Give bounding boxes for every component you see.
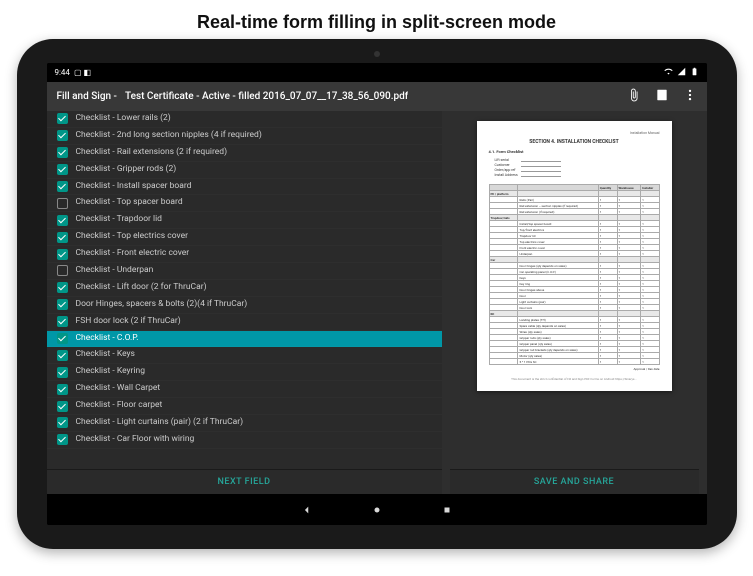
checklist-label: FSH door lock (2 if ThruCar) [76, 316, 181, 328]
page-view-icon[interactable] [655, 88, 669, 105]
checklist-row[interactable]: Checklist - Car Floor with wiring [47, 432, 442, 449]
checklist-row[interactable]: Checklist - 2nd long section nipples (4 … [47, 128, 442, 145]
checkbox[interactable] [57, 232, 68, 243]
checklist-row[interactable]: FSH door lock (2 if ThruCar) [47, 314, 442, 331]
checkbox[interactable] [57, 147, 68, 158]
checklist-label: Checklist - Top spacer board [76, 197, 183, 209]
checklist-row[interactable]: Checklist - Lift door (2 for ThruCar) [47, 280, 442, 297]
wifi-icon [664, 67, 673, 78]
checklist-label: Checklist - Lower rails (2) [76, 113, 171, 125]
checklist-row[interactable]: Checklist - Wall Carpet [47, 381, 442, 398]
checklist-label: Checklist - Gripper rods (2) [76, 164, 177, 176]
checklist-label: Checklist - Install spacer board [76, 181, 192, 193]
pdf-form-label: 4.1. Form Checklist [489, 149, 660, 154]
checkbox[interactable] [57, 384, 68, 395]
checklist-row[interactable]: Door Hinges, spacers & bolts (2)(4 if Th… [47, 297, 442, 314]
pdf-disclaimer: This document is the strict confidential… [489, 377, 660, 381]
checklist-label: Checklist - Rail extensions (2 if requir… [76, 147, 228, 159]
checkbox[interactable] [57, 299, 68, 310]
checkbox[interactable] [57, 130, 68, 141]
next-field-button[interactable]: NEXT FIELD [47, 469, 442, 494]
checklist-row[interactable]: Checklist - Gripper rods (2) [47, 162, 442, 179]
checklist-row[interactable]: Checklist - Floor carpet [47, 398, 442, 415]
tablet-frame: 9:44 ▢ ◧ Fill and Sign - Test Certificat… [17, 39, 737, 549]
checklist-label: Checklist - 2nd long section nipples (4 … [76, 130, 262, 142]
status-icon-approx: ▢ ◧ [74, 68, 91, 77]
battery-icon [690, 67, 699, 78]
checklist-label: Checklist - Wall Carpet [76, 383, 161, 395]
checklist-row[interactable]: Checklist - Underpan [47, 263, 442, 280]
checkbox[interactable] [57, 249, 68, 260]
checkbox[interactable] [57, 181, 68, 192]
nav-back-icon[interactable] [302, 500, 312, 519]
checklist-row[interactable]: Checklist - Top electrics cover [47, 229, 442, 246]
attach-icon[interactable] [627, 88, 641, 105]
app-bar: Fill and Sign - Test Certificate - Activ… [47, 82, 707, 111]
checkbox[interactable] [57, 367, 68, 378]
checklist-row[interactable]: Checklist - Lower rails (2) [47, 111, 442, 128]
checkbox[interactable] [57, 333, 68, 344]
nav-recent-icon[interactable] [442, 500, 452, 519]
checklist-label: Checklist - Trapdoor lid [76, 214, 162, 226]
pdf-date-label: Approval / Rev date [489, 367, 660, 371]
signal-icon [677, 67, 686, 78]
checklist-row[interactable]: Checklist - Rail extensions (2 if requir… [47, 145, 442, 162]
status-time: 9:44 [55, 68, 70, 77]
android-nav-bar [47, 494, 707, 525]
checklist-row[interactable]: Checklist - Install spacer board [47, 179, 442, 196]
checklist-row[interactable]: Checklist - C.O.P. [47, 331, 442, 348]
checkbox[interactable] [57, 434, 68, 445]
checklist-label: Checklist - Front electric cover [76, 248, 190, 260]
nav-home-icon[interactable] [372, 500, 382, 519]
more-icon[interactable] [683, 88, 697, 105]
checklist-list[interactable]: Checklist - Lower rails (2) Checklist - 2… [47, 111, 442, 469]
checklist-label: Checklist - Keys [76, 349, 135, 361]
pdf-checklist-table: QuantityWarehouseInstallerPit / platform… [489, 184, 660, 365]
checklist-label: Checklist - Car Floor with wiring [76, 434, 195, 446]
checkbox[interactable] [57, 316, 68, 327]
checkbox[interactable] [57, 265, 68, 276]
checklist-label: Checklist - Light curtains (pair) (2 if … [76, 417, 244, 429]
preview-pane: Installation Manual SECTION 4. INSTALLAT… [442, 111, 707, 494]
checkbox[interactable] [57, 164, 68, 175]
pdf-header: Installation Manual [489, 131, 660, 135]
screen: 9:44 ▢ ◧ Fill and Sign - Test Certificat… [47, 63, 707, 525]
checkbox[interactable] [57, 215, 68, 226]
checklist-row[interactable]: Checklist - Top spacer board [47, 195, 442, 212]
split-content: Checklist - Lower rails (2) Checklist - 2… [47, 111, 707, 494]
checklist-label: Checklist - Lift door (2 for ThruCar) [76, 282, 207, 294]
checklist-label: Door Hinges, spacers & bolts (2)(4 if Th… [76, 299, 248, 311]
checkbox[interactable] [57, 198, 68, 209]
checklist-label: Checklist - Keyring [76, 366, 145, 378]
status-bar: 9:44 ▢ ◧ [47, 63, 707, 82]
checklist-label: Checklist - Underpan [76, 265, 154, 277]
checklist-label: Checklist - Floor carpet [76, 400, 163, 412]
checkbox[interactable] [57, 401, 68, 412]
checkbox[interactable] [57, 350, 68, 361]
checklist-label: Checklist - Top electrics cover [76, 231, 188, 243]
save-share-button[interactable]: SAVE AND SHARE [450, 469, 699, 494]
pdf-section-title: SECTION 4. INSTALLATION CHECKLIST [489, 139, 660, 145]
checkbox[interactable] [57, 282, 68, 293]
checklist-row[interactable]: Checklist - Front electric cover [47, 246, 442, 263]
checklist-row[interactable]: Checklist - Trapdoor lid [47, 212, 442, 229]
checkbox[interactable] [57, 417, 68, 428]
form-pane: Checklist - Lower rails (2) Checklist - 2… [47, 111, 442, 494]
checklist-row[interactable]: Checklist - Keys [47, 347, 442, 364]
checklist-row[interactable]: Checklist - Light curtains (pair) (2 if … [47, 415, 442, 432]
pdf-form-fields: Lift serialCustomerOrder/app refInstall … [495, 158, 660, 178]
promo-caption: Real-time form filling in split-screen m… [0, 0, 753, 39]
pdf-preview-page[interactable]: Installation Manual SECTION 4. INSTALLAT… [477, 121, 672, 391]
checklist-row[interactable]: Checklist - Keyring [47, 364, 442, 381]
app-title: Fill and Sign - [57, 91, 117, 102]
checklist-label: Checklist - C.O.P. [76, 333, 139, 345]
document-title: Test Certificate - Active - filled 2016_… [125, 91, 408, 102]
checkbox[interactable] [57, 113, 68, 124]
